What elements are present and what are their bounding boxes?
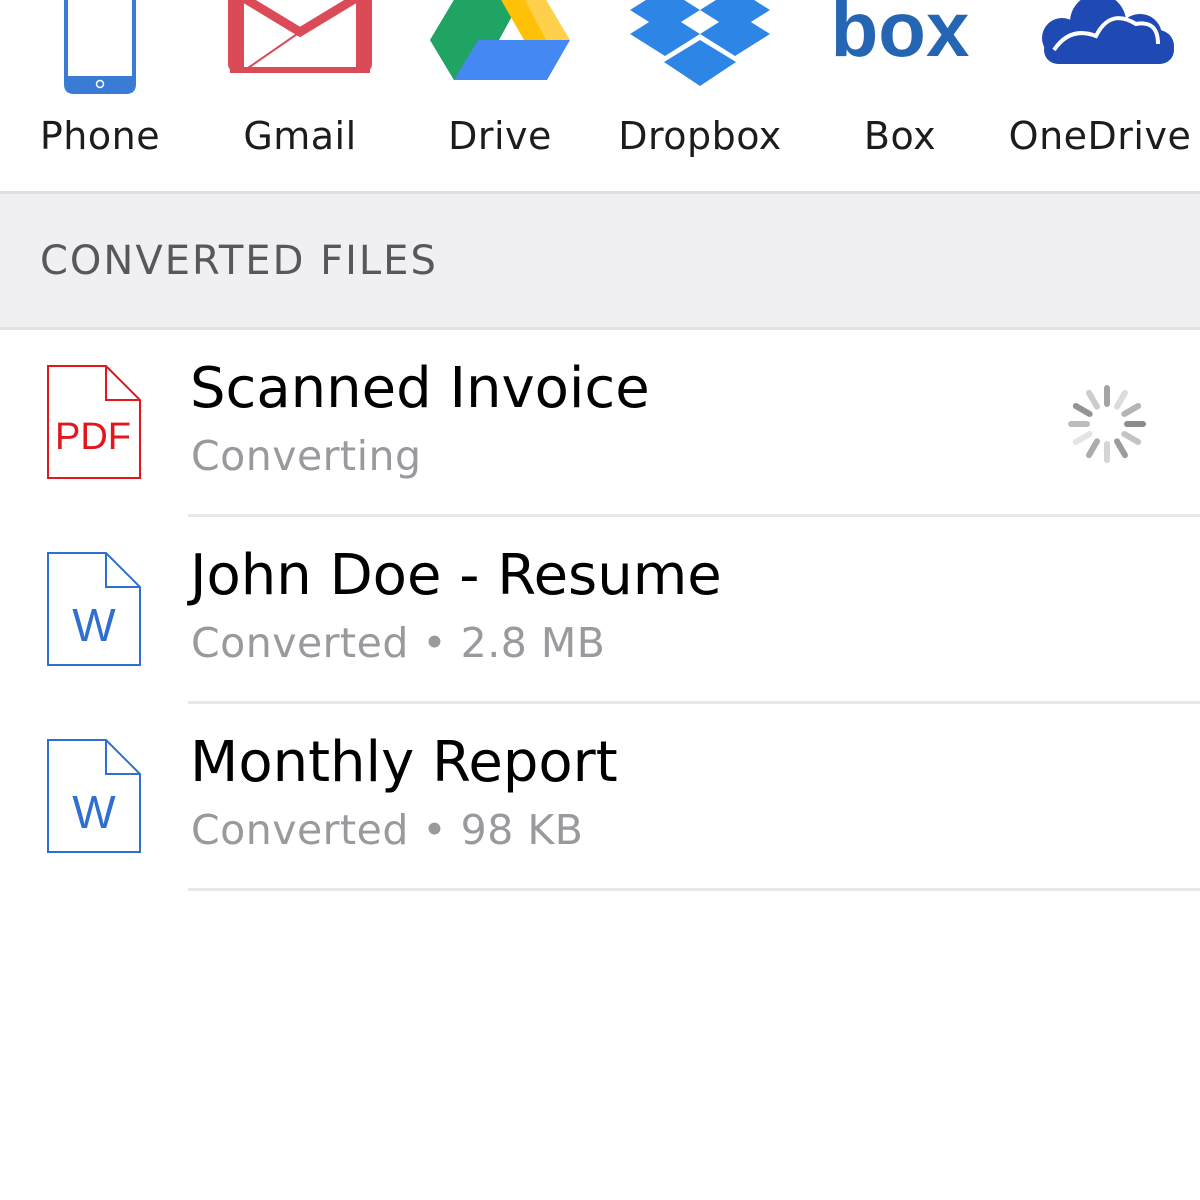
phone-icon (0, 0, 200, 100)
source-label: Phone (39, 114, 161, 158)
spinner-spoke (1121, 431, 1142, 445)
row-separator (188, 888, 1200, 891)
source-label: Gmail (243, 114, 357, 158)
word-file-icon: W (46, 551, 142, 671)
svg-text:PDF: PDF (55, 416, 131, 458)
spinner-spoke (1086, 438, 1100, 459)
box-icon: box (800, 0, 1000, 100)
source-dropbox[interactable]: Dropbox (600, 0, 800, 192)
gmail-icon (200, 0, 400, 100)
file-row-scanned-invoice[interactable]: PDF Scanned Invoice Converting (0, 330, 1200, 517)
source-label: Drive (448, 114, 552, 158)
google-drive-icon (400, 0, 600, 100)
file-status: Converted • 98 KB (191, 806, 584, 854)
box-logo-text: box (831, 0, 970, 73)
source-onedrive[interactable]: OneDrive (1000, 0, 1200, 192)
spinner-spoke (1121, 403, 1142, 417)
spinner-spoke (1072, 403, 1093, 417)
file-row-john-doe-resume[interactable]: W John Doe - Resume Converted • 2.8 MB (0, 517, 1200, 704)
spinner-spoke (1072, 431, 1093, 445)
file-status: Converting (191, 432, 422, 480)
word-file-icon: W (46, 738, 142, 858)
svg-text:W: W (72, 786, 116, 838)
file-name: Scanned Invoice (190, 356, 650, 421)
onedrive-icon (1000, 0, 1200, 100)
svg-text:W: W (72, 599, 116, 651)
source-label: OneDrive (1008, 114, 1192, 158)
source-picker: Phone Gmail Drive Dropbox box Box OneDri… (0, 0, 1200, 192)
dropbox-icon (600, 0, 800, 100)
spinner-spoke (1114, 389, 1128, 410)
source-phone[interactable]: Phone (0, 0, 200, 192)
pdf-file-icon: PDF (46, 364, 142, 484)
section-header: CONVERTED FILES (0, 194, 1200, 330)
file-row-monthly-report[interactable]: W Monthly Report Converted • 98 KB (0, 704, 1200, 891)
source-label: Dropbox (618, 114, 782, 158)
file-status: Converted • 2.8 MB (191, 619, 606, 667)
source-drive[interactable]: Drive (400, 0, 600, 192)
loading-spinner-icon (1068, 385, 1146, 467)
spinner-spoke (1114, 438, 1128, 459)
spinner-spoke (1086, 389, 1100, 410)
file-name: John Doe - Resume (190, 543, 722, 608)
source-box[interactable]: box Box (800, 0, 1000, 192)
file-name: Monthly Report (190, 730, 618, 795)
source-gmail[interactable]: Gmail (200, 0, 400, 192)
source-label: Box (863, 114, 937, 158)
section-title: CONVERTED FILES (40, 238, 438, 284)
